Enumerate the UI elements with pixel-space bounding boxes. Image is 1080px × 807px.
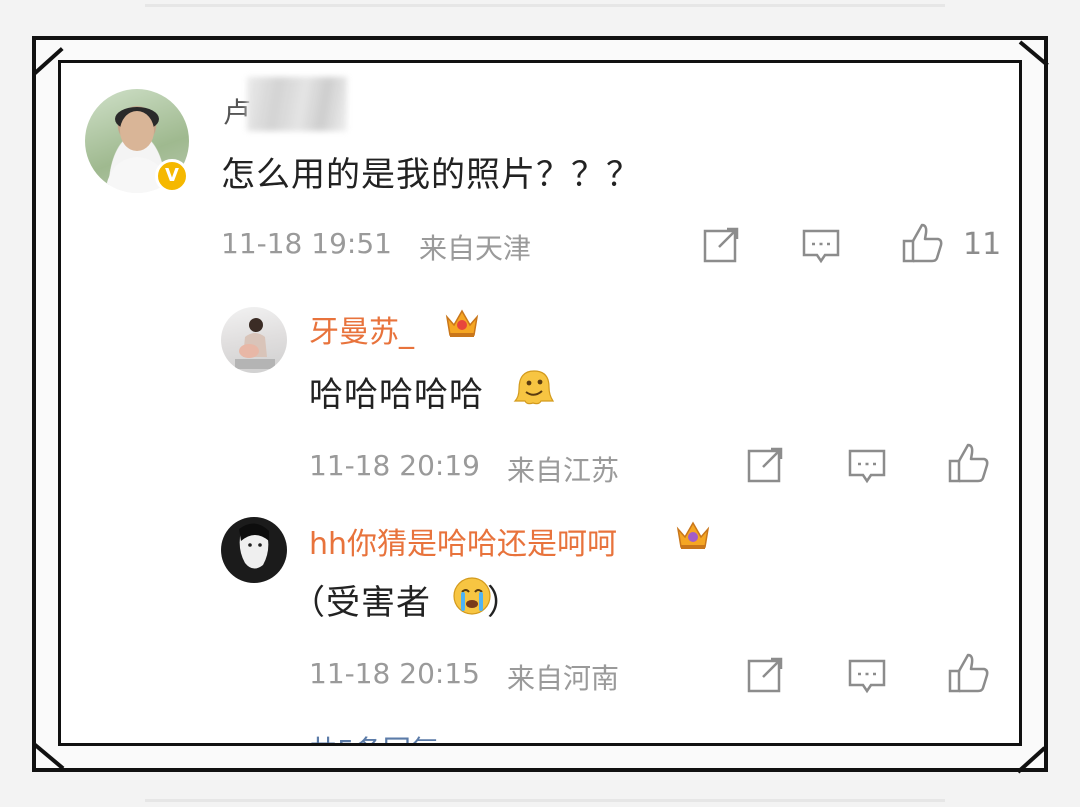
reply2-location: 来自河南 [507, 662, 620, 695]
top-decor-line [145, 4, 945, 7]
reply1-avatar[interactable] [221, 307, 287, 373]
comment-icon[interactable] [801, 227, 841, 267]
like-count: 11 [963, 227, 1002, 262]
bottom-decor-line [145, 799, 945, 802]
reply1-avatar-photo [235, 318, 275, 369]
melting-face-emoji [513, 370, 555, 405]
crown-icon [676, 521, 710, 549]
main-comment-text: 怎么用的是我的照片？？？ [221, 155, 641, 195]
share-icon[interactable] [745, 445, 785, 485]
reply1-time: 11-18 20:19 [309, 449, 480, 482]
like-icon[interactable] [947, 651, 991, 695]
comment-icon[interactable] [847, 657, 887, 697]
like-icon[interactable] [947, 441, 991, 485]
verified-badge-icon: V [155, 159, 189, 193]
more-replies-link[interactable]: 共5条回复 > [309, 729, 471, 743]
comment-screenshot: V 卢 怎么用的是我的照片？？？ 11-18 19:51 来自天津 11 牙曼苏… [58, 60, 1022, 746]
reply2-avatar-photo [239, 523, 269, 569]
reply2-time: 11-18 20:15 [309, 657, 480, 690]
comment-icon[interactable] [847, 447, 887, 487]
reply2-text-end: ） [487, 583, 522, 623]
reply2-author-name[interactable]: hh你猜是哈哈还是呵呵 [309, 519, 617, 563]
share-icon[interactable] [701, 225, 741, 265]
reply1-text: 哈哈哈哈哈 [309, 375, 484, 415]
author-name-blur [247, 77, 347, 131]
crown-icon [445, 309, 479, 337]
reply2-text: （受害者 [291, 583, 431, 623]
reply2-avatar[interactable] [221, 517, 287, 583]
share-icon[interactable] [745, 655, 785, 695]
main-comment-location: 来自天津 [419, 232, 532, 265]
main-comment-time: 11-18 19:51 [221, 227, 392, 260]
like-icon[interactable] [901, 221, 945, 265]
reply1-author-name[interactable]: 牙曼苏_ [309, 307, 414, 351]
reply1-location: 来自江苏 [507, 454, 620, 487]
